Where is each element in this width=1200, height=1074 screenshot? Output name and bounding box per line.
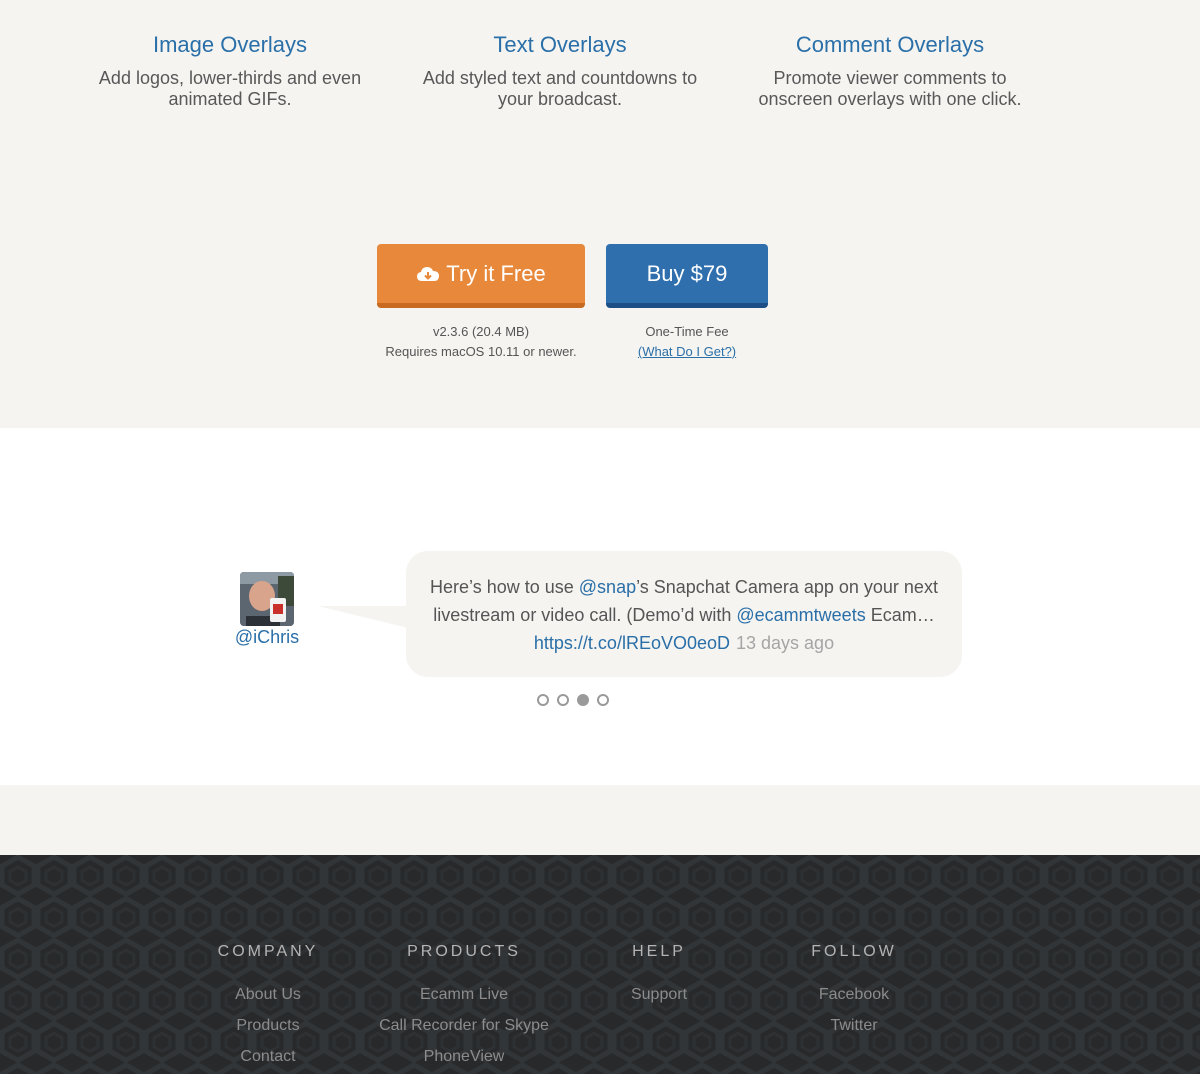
footer-col-products: PRODUCTS Ecamm Live Call Recorder for Sk… (364, 943, 564, 1072)
footer-link-ecamm-live[interactable]: Ecamm Live (364, 979, 564, 1010)
mention-link[interactable]: @snap (579, 577, 636, 597)
feature-title: Text Overlays (493, 32, 627, 57)
footer-link-about-us[interactable]: About Us (198, 979, 338, 1010)
testimonial-section: @iChris Here’s how to use @snap’s Snapch… (0, 428, 1200, 785)
carousel-dots (537, 694, 609, 706)
footer-link-phoneview[interactable]: PhoneView (364, 1041, 564, 1072)
cloud-download-icon (417, 266, 440, 281)
purchase-info: One-Time Fee (What Do I Get?) (606, 322, 768, 362)
tweet-bubble: Here’s how to use @snap’s Snapchat Camer… (406, 551, 962, 677)
avatar-image (240, 572, 294, 626)
section-spacer (0, 785, 1200, 855)
feature-description: Add styled text and countdowns to your b… (422, 68, 698, 109)
feature-title: Image Overlays (152, 32, 308, 57)
feature-description: Add logos, lower-thirds and even animate… (98, 68, 362, 109)
bubble-tail (318, 606, 408, 628)
comment-icon (841, 0, 907, 2)
avatar[interactable] (240, 572, 294, 626)
feature-comment-overlays: Comment Overlays Promote viewer comments… (725, 0, 1055, 110)
footer-link-contact[interactable]: Contact (198, 1041, 338, 1072)
footer-link-support[interactable]: Support (599, 979, 719, 1010)
footer-col-follow: FOLLOW Facebook Twitter (794, 943, 914, 1041)
version-info: v2.3.6 (20.4 MB) (432, 324, 530, 339)
requirements-info: Requires macOS 10.11 or newer. (385, 344, 577, 359)
buy-label: Buy $79 (646, 260, 728, 286)
footer: COMPANY About Us Products Contact PRODUC… (0, 855, 1200, 1074)
what-do-i-get-link[interactable]: (What Do I Get?) (638, 344, 736, 359)
try-free-button[interactable]: Try it Free (377, 244, 585, 308)
feature-text-overlays: Text Overlays Add styled text and countd… (395, 0, 725, 110)
try-free-label: Try it Free (446, 260, 546, 286)
footer-link-twitter[interactable]: Twitter (794, 1010, 914, 1041)
footer-col-help: HELP Support (599, 943, 719, 1010)
footer-heading: COMPANY (217, 943, 319, 960)
features-section: Image Overlays Add logos, lower-thirds a… (0, 0, 1200, 428)
footer-link-facebook[interactable]: Facebook (794, 979, 914, 1010)
footer-link-call-recorder[interactable]: Call Recorder for Skype (364, 1010, 564, 1041)
footer-link-products[interactable]: Products (198, 1010, 338, 1041)
testimonial-handle[interactable]: @iChris (222, 627, 312, 648)
feature-description: Promote viewer comments to onscreen over… (758, 68, 1022, 109)
buy-button[interactable]: Buy $79 (606, 244, 768, 308)
image-icon (197, 0, 263, 2)
carousel-dot[interactable] (597, 694, 609, 706)
footer-heading: FOLLOW (811, 943, 897, 960)
footer-col-company: COMPANY About Us Products Contact (198, 943, 338, 1072)
footer-heading: PRODUCTS (407, 943, 521, 960)
download-info: v2.3.6 (20.4 MB) Requires macOS 10.11 or… (377, 322, 585, 362)
mention-link[interactable]: @ecammtweets (736, 605, 865, 625)
carousel-dot-active[interactable] (577, 694, 589, 706)
text-icon (527, 0, 593, 2)
carousel-dot[interactable] (557, 694, 569, 706)
feature-image-overlays: Image Overlays Add logos, lower-thirds a… (65, 0, 395, 110)
footer-heading: HELP (632, 943, 686, 960)
tweet-text: Ecam… (865, 605, 935, 625)
feature-title: Comment Overlays (795, 32, 985, 57)
tweet-timestamp: 13 days ago (736, 633, 835, 653)
carousel-dot[interactable] (537, 694, 549, 706)
tweet-url-link[interactable]: https://t.co/lREoVO0eoD (534, 633, 730, 653)
tweet-text: Here’s how to use (430, 577, 579, 597)
fee-info: One-Time Fee (645, 324, 729, 339)
